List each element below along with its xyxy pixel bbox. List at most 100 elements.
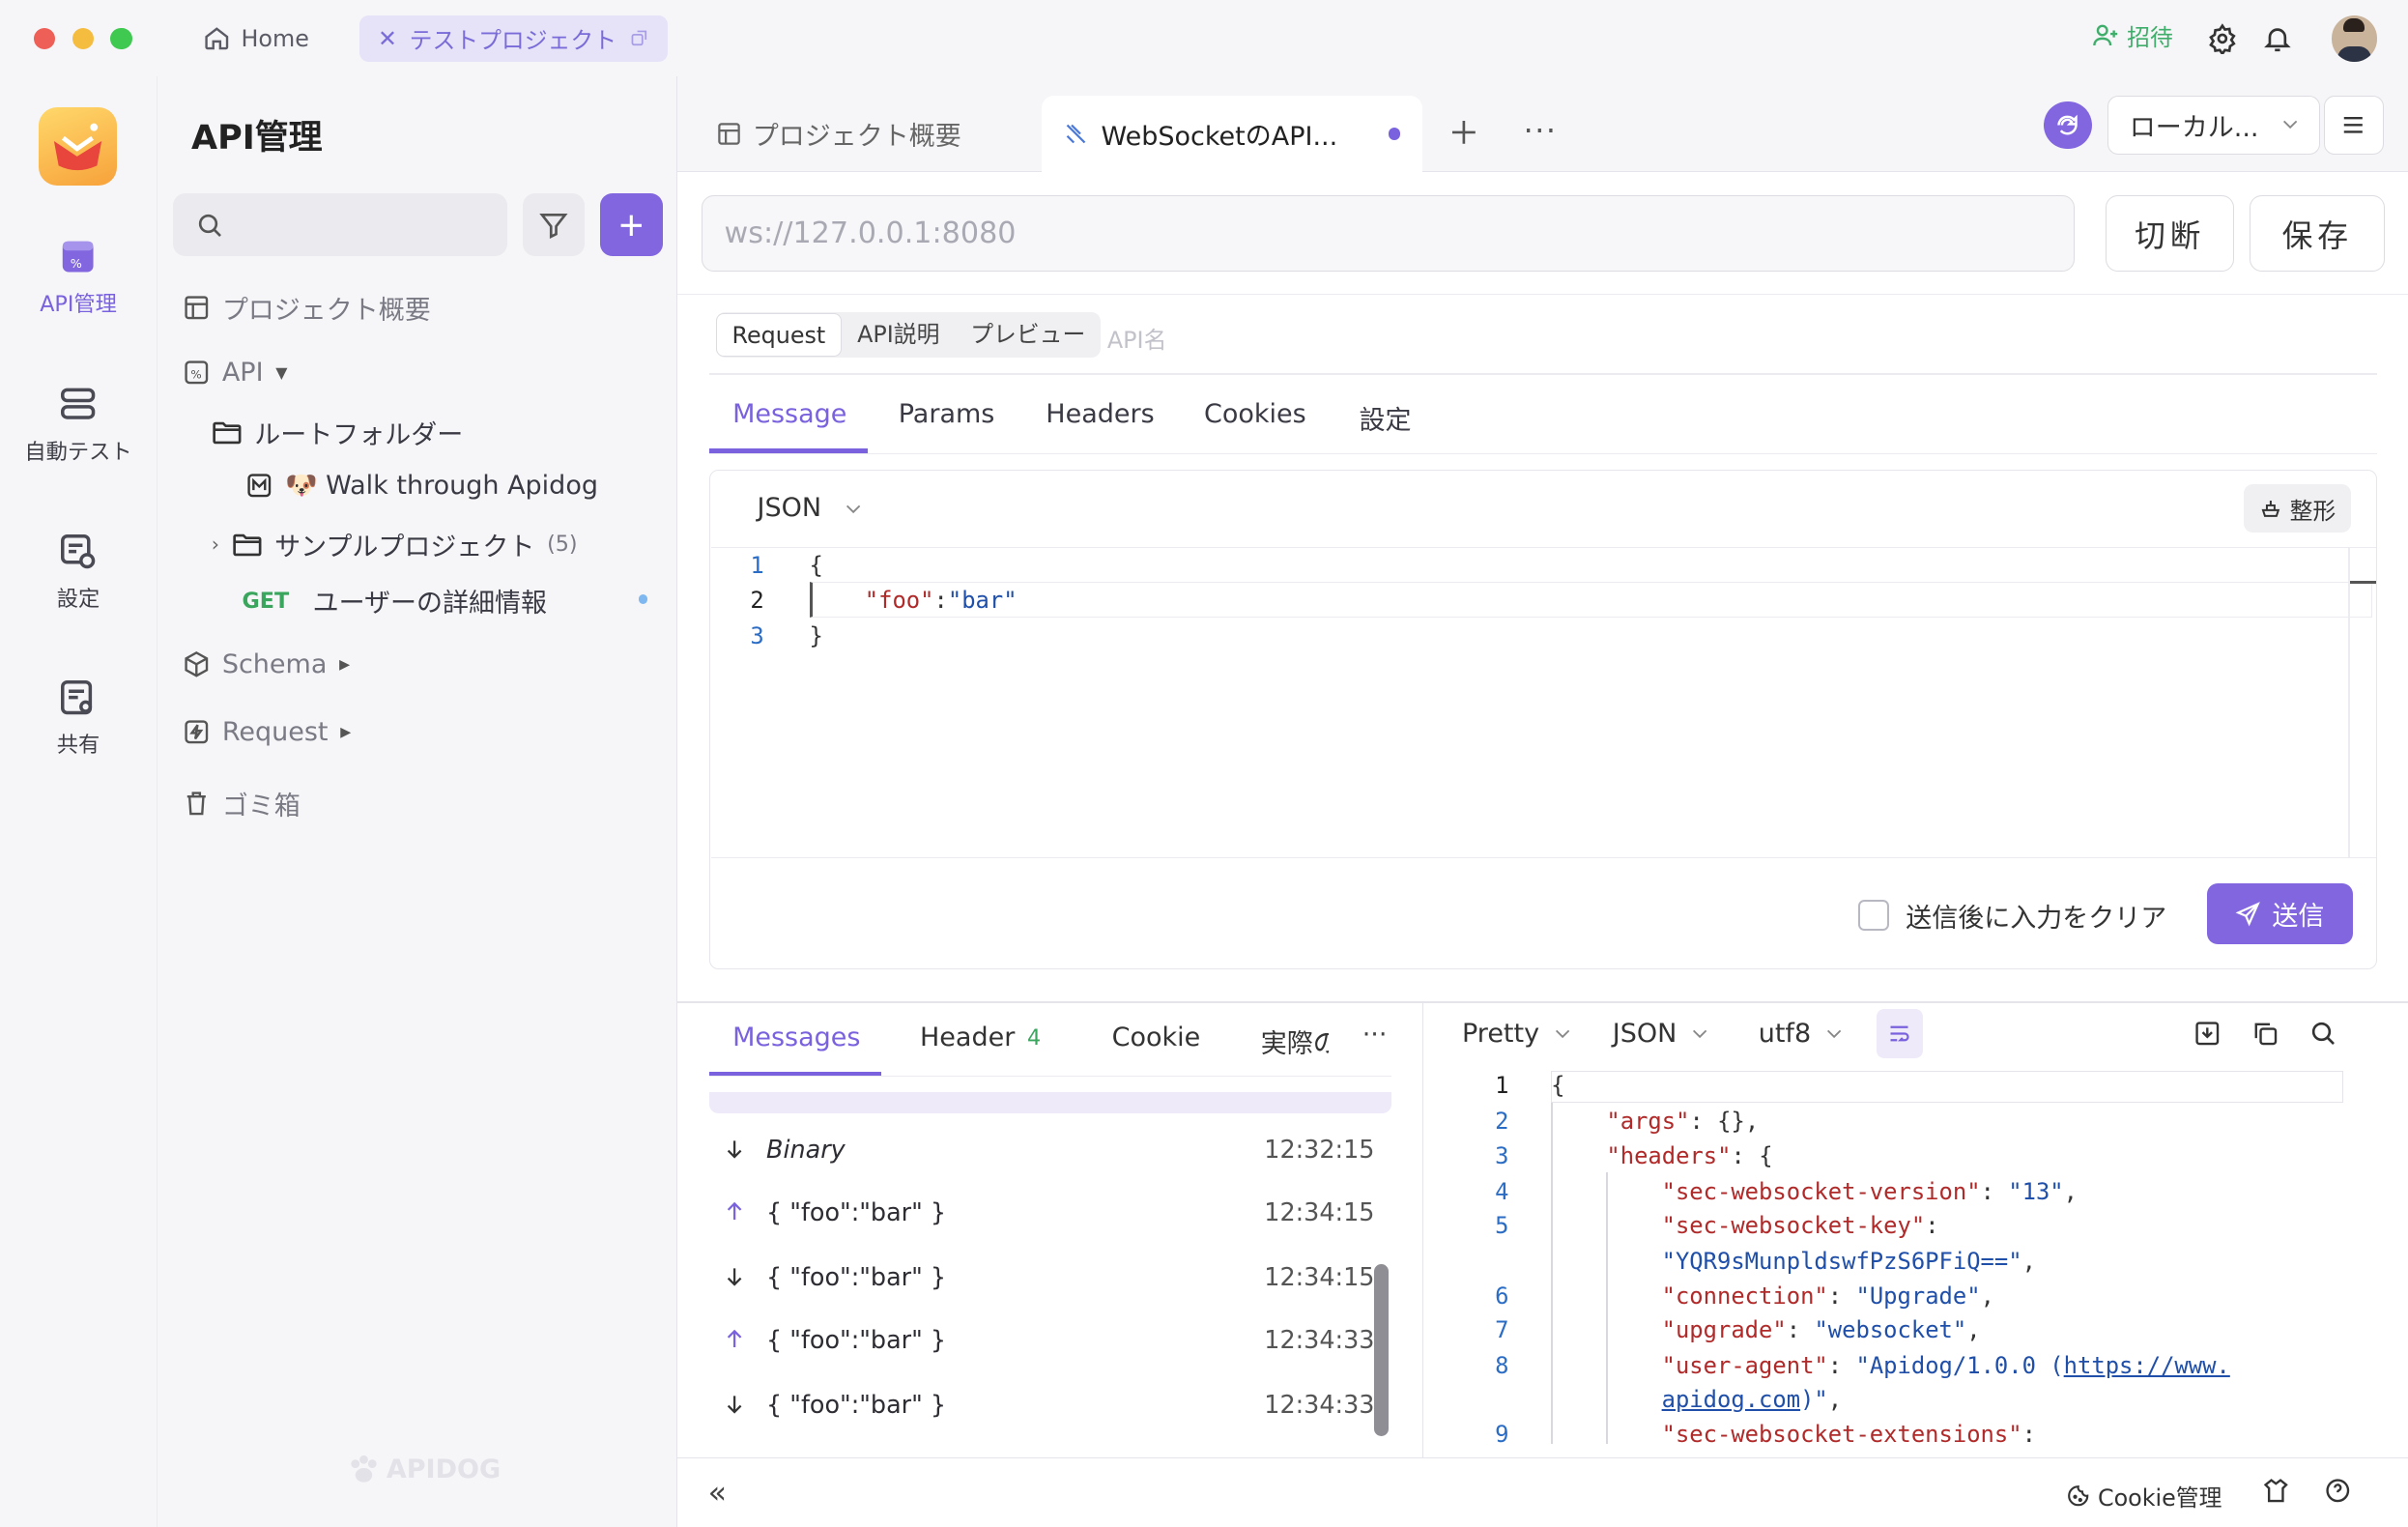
close-tab-icon[interactable]: ✕ [378,25,397,52]
avatar[interactable] [2331,14,2378,62]
sync-button[interactable] [2044,101,2092,150]
gear-icon[interactable] [2207,23,2238,54]
more-tabs-icon[interactable]: ··· [1524,114,1558,149]
tree-trash[interactable]: ゴミ箱 [183,785,301,822]
cookie-manage-button[interactable]: Cookie管理 [2066,1479,2222,1513]
line-number: 9 [1495,1421,1509,1449]
lightning-icon [183,718,211,746]
line-number: 8 [1495,1351,1509,1379]
response-format-label: JSON [1612,1018,1677,1049]
view-select[interactable]: Pretty [1462,1019,1573,1049]
selected-message-row[interactable] [709,1091,1391,1114]
tab-params[interactable]: Params [899,399,995,429]
nav-auto-test[interactable]: 自動テスト [0,384,157,465]
unsaved-dot [1388,127,1401,140]
list-item[interactable]: { "foo":"bar" } 12:34:33 [724,1322,1378,1356]
tree-root-folder[interactable]: ルートフォルダー [212,414,463,451]
collapse-sidebar-icon[interactable]: « [708,1476,727,1511]
save-label: 保存 [2281,218,2353,254]
more-icon[interactable]: ··· [1362,1020,1388,1050]
nav-share[interactable]: 共有 [0,677,157,759]
segment-api-doc[interactable]: API説明 [842,313,955,357]
api-name-input[interactable]: API名 [1107,321,1167,355]
download-icon[interactable] [2193,1020,2222,1048]
nav-api-management[interactable]: % API管理 [0,237,157,318]
json-link[interactable]: https://www. [2064,1352,2230,1379]
beautify-button[interactable]: 整形 [2243,483,2352,533]
response-format-select[interactable]: JSON [1613,1019,1711,1049]
tab-websocket-api[interactable]: WebSocketのAPI... [1041,95,1422,172]
tab-cookies[interactable]: Cookies [1204,399,1306,429]
search-input[interactable] [172,193,508,257]
invite-button[interactable]: 招待 [2092,18,2173,52]
maximize-window-button[interactable] [110,27,132,49]
scrollbar[interactable] [1374,1263,1389,1436]
plus-icon [617,212,645,240]
segment-preview[interactable]: プレビュー [955,313,1101,357]
home-tab[interactable]: Home [203,15,309,62]
list-item[interactable]: { "foo":"bar" } 12:34:15 [724,1195,1378,1228]
bell-icon[interactable] [2262,23,2293,54]
unsaved-dot [638,594,648,604]
tree-get-user-detail[interactable]: GET ユーザーの詳細情報 [243,582,657,619]
save-button[interactable]: 保存 [2250,194,2386,273]
tab-headers[interactable]: Headers [1046,399,1154,429]
open-external-icon[interactable] [629,28,649,48]
menu-button[interactable] [2323,95,2384,156]
tab-message[interactable]: Message [732,399,846,429]
tree-schema[interactable]: Schema ▶ [183,649,350,679]
encoding-select[interactable]: utf8 [1759,1019,1845,1049]
environment-select[interactable]: ローカル... [2107,95,2321,156]
project-tab[interactable]: ✕ テストプロジェクト [358,14,669,62]
code-line-2: "foo":"bar" [865,587,1018,614]
sidebar-title: API管理 [191,119,323,158]
tab-settings[interactable]: 設定 [1360,399,1412,437]
search-icon[interactable] [2309,1020,2337,1048]
tree-request[interactable]: Request ▶ [183,717,352,747]
chevron-down-icon [843,498,864,519]
trash-icon [183,790,211,818]
tree-project-overview[interactable]: プロジェクト概要 [183,289,431,327]
json-link[interactable]: apidog.com [1662,1386,1800,1413]
disconnect-button[interactable]: 切断 [2105,194,2235,273]
tab-actual-request[interactable]: 実際の [1261,1023,1329,1060]
magic-icon [2259,497,2282,520]
chevron-down-icon [1823,1023,1845,1044]
json-punct: : {}, [1689,1107,1760,1135]
copy-icon[interactable] [2251,1020,2279,1048]
new-tab-button[interactable] [1448,117,1479,148]
caret-right-icon: ▶ [340,724,352,740]
close-window-button[interactable] [33,27,56,49]
minimize-window-button[interactable] [72,27,94,49]
segment-request[interactable]: Request [715,313,843,357]
tree-sample-project[interactable]: › サンプルプロジェクト (5) [212,526,578,563]
nav-share-label: 共有 [56,733,100,759]
tab-cookie[interactable]: Cookie [1112,1023,1201,1052]
clear-after-send-checkbox[interactable] [1858,900,1889,932]
svg-text:%: % [71,256,82,271]
view-label: Pretty [1462,1018,1540,1049]
list-item[interactable]: { "foo":"bar" } 12:34:33 [724,1387,1378,1421]
layout-icon [183,294,211,322]
message-editor[interactable] [709,470,2378,969]
message-time: 12:34:15 [1264,1196,1375,1226]
filter-button[interactable] [523,193,585,257]
format-select[interactable]: JSON [758,493,865,523]
tree-api[interactable]: % API ▼ [183,358,287,388]
tree-walk-doc[interactable]: 🐶 Walk through Apidog [245,470,598,501]
nav-settings[interactable]: 設定 [0,532,157,613]
hamburger-icon [2339,111,2367,139]
home-tab-label: Home [241,24,309,52]
panel-splitter[interactable] [1421,1002,1424,1458]
send-button[interactable]: 送信 [2206,882,2353,945]
tab-messages[interactable]: Messages [732,1023,860,1052]
list-item[interactable]: { "foo":"bar" } 12:34:15 [724,1259,1378,1293]
shirt-icon[interactable] [2262,1477,2290,1505]
tab-project-overview[interactable]: プロジェクト概要 [716,96,961,172]
tab-header[interactable]: Header 4 [920,1023,1041,1052]
wrap-toggle[interactable] [1877,1009,1923,1058]
list-item[interactable]: Binary 12:32:15 [724,1132,1378,1166]
add-button[interactable] [599,193,663,257]
help-icon[interactable] [2324,1477,2352,1505]
url-input[interactable]: ws://127.0.0.1:8080 [702,194,2076,273]
